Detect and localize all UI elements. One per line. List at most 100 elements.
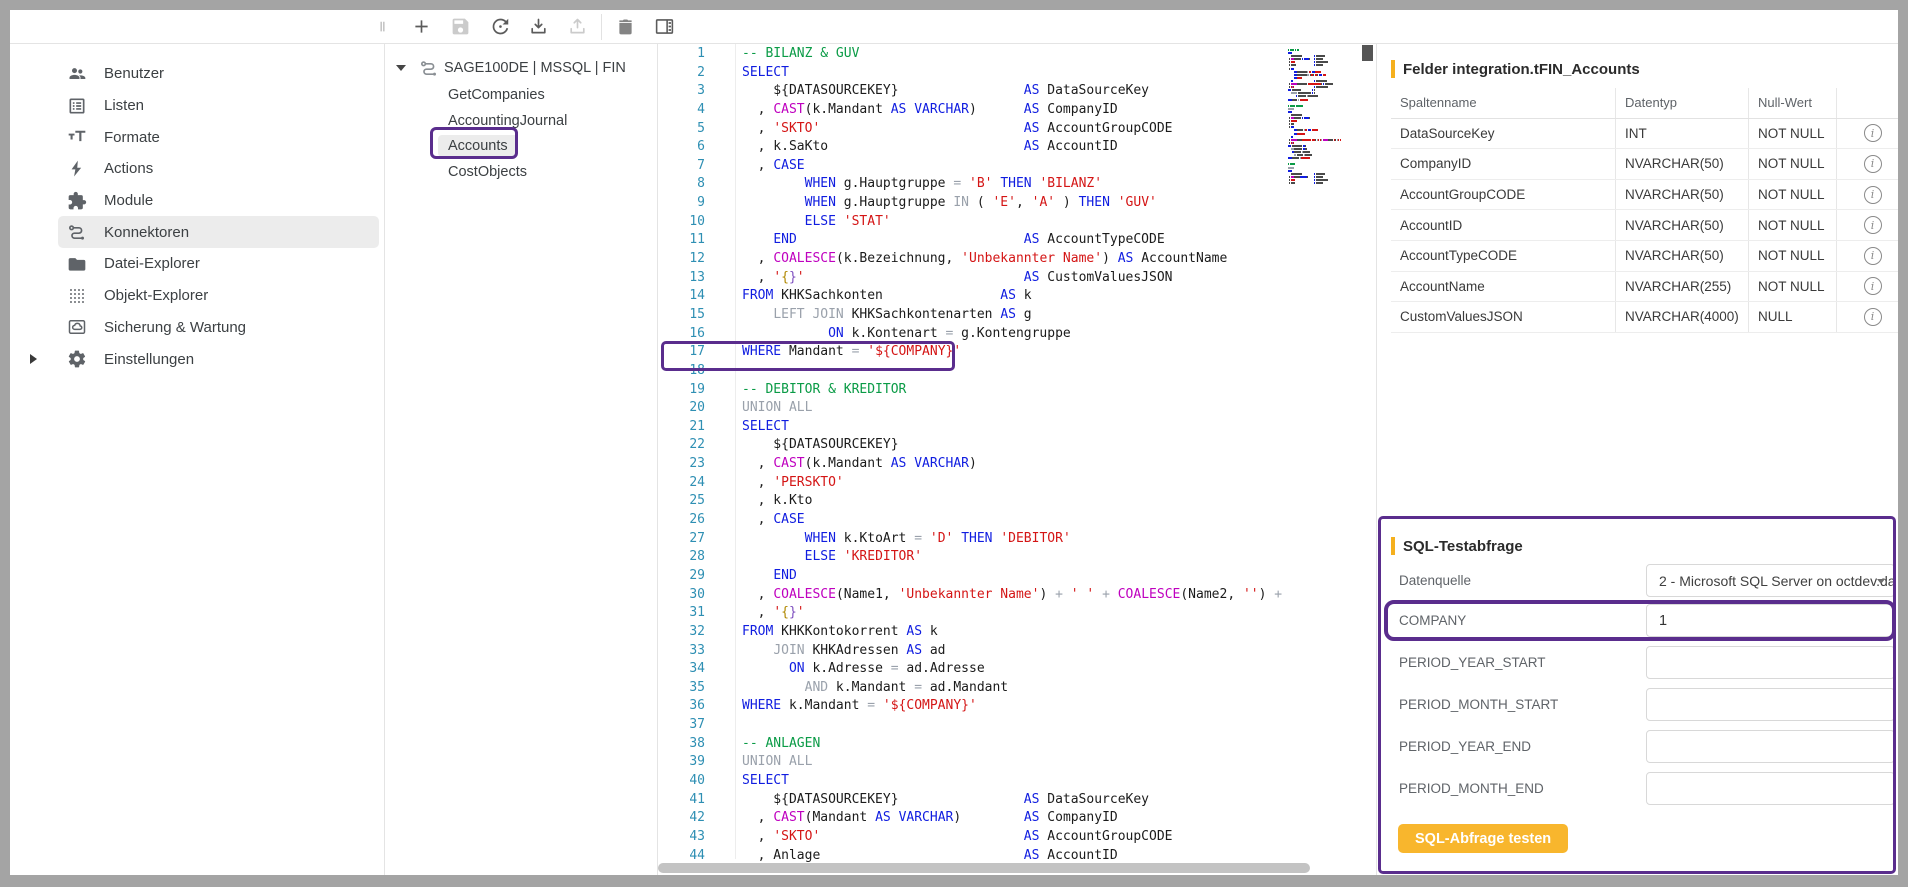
download-icon[interactable] (526, 15, 550, 39)
field-input-period-year-end[interactable] (1646, 730, 1895, 763)
history-icon[interactable] (487, 15, 511, 39)
sidebar-item-module[interactable]: Module (58, 185, 379, 217)
sidebar-item-einstellungen[interactable]: Einstellungen (58, 343, 379, 375)
details-panel: Felder integration.tFIN_Accounts Spalten… (1376, 44, 1897, 875)
vertical-scrollbar-thumb[interactable] (1362, 45, 1373, 61)
sidebar-item-datei-explorer[interactable]: Datei-Explorer (58, 248, 379, 280)
line-number: 41 (658, 791, 705, 810)
code-text: ON k.Kontenart = g.Kontengruppe (742, 325, 1071, 344)
sidebar-item-sicherung-wartung[interactable]: Sicherung & Wartung (58, 312, 379, 344)
code-text: AND k.Mandant = ad.Mandant (742, 679, 1008, 698)
code-text: ELSE 'STAT' (742, 213, 891, 232)
minimap-line (1288, 102, 1346, 104)
delete-icon[interactable] (613, 15, 637, 39)
upload-icon[interactable] (565, 15, 589, 39)
field-input-period-month-end[interactable] (1646, 772, 1895, 805)
code-line: 30 , COALESCE(Name1, 'Unbekannter Name')… (658, 586, 1288, 605)
vertical-scrollbar[interactable] (1362, 44, 1376, 859)
field-input-period-year-start[interactable] (1646, 646, 1895, 679)
tree-item-costobjects[interactable]: CostObjects (385, 159, 657, 185)
line-number: 30 (658, 586, 705, 605)
run-sql-test-button[interactable]: SQL-Abfrage testen (1398, 824, 1568, 853)
sql-code-editor[interactable]: 1-- BILANZ & GUV2SELECT3 ${DATASOURCEKEY… (658, 44, 1376, 875)
chevron-down-icon[interactable] (396, 65, 406, 71)
table-cell: NOT NULL (1749, 241, 1837, 271)
minimap-line (1288, 77, 1346, 79)
minimap-line (1288, 114, 1346, 116)
table-cell-info: i (1837, 302, 1898, 332)
table-cell: AccountTypeCODE (1391, 241, 1616, 271)
code-text: WHEN g.Hauptgruppe IN ( 'E', 'A' ) THEN … (742, 194, 1157, 213)
minimap-line (1288, 52, 1346, 54)
field-control (1646, 730, 1895, 763)
table-cell: DataSourceKey (1391, 119, 1616, 149)
info-icon[interactable]: i (1864, 308, 1882, 326)
line-number: 21 (658, 418, 705, 437)
line-number: 9 (658, 194, 705, 213)
info-icon[interactable]: i (1864, 124, 1882, 142)
table-cell: NVARCHAR(50) (1616, 241, 1749, 271)
code-text: SELECT (742, 64, 789, 83)
line-number: 22 (658, 436, 705, 455)
code-line: 38-- ANLAGEN (658, 735, 1288, 754)
sidebar-item-listen[interactable]: Listen (58, 90, 379, 122)
sidebar-item-konnektoren[interactable]: Konnektoren (58, 216, 379, 248)
sidebar-item-objekt-explorer[interactable]: Objekt-Explorer (58, 280, 379, 312)
line-number: 24 (658, 474, 705, 493)
sidebar-item-label: Konnektoren (104, 224, 189, 241)
info-icon[interactable]: i (1864, 247, 1882, 265)
field-row-company: COMPANY (1377, 604, 1897, 637)
sidebar-item-benutzer[interactable]: Benutzer (58, 58, 379, 90)
folder-icon (67, 254, 87, 274)
line-number: 40 (658, 772, 705, 791)
code-line: 36WHERE k.Mandant = '${COMPANY}' (658, 697, 1288, 716)
code-text: , 'SKTO' AS AccountGroupCODE (742, 120, 1173, 139)
sidebar-item-label: Sicherung & Wartung (104, 319, 246, 336)
sidebar-item-label: Formate (104, 129, 160, 146)
line-number: 8 (658, 175, 705, 194)
info-icon[interactable]: i (1864, 216, 1882, 234)
expand-arrow-icon[interactable] (30, 354, 37, 364)
horizontal-scrollbar[interactable] (658, 861, 1376, 875)
datasource-select[interactable]: 2 - Microsoft SQL Server on octdev.datab… (1646, 564, 1895, 597)
table-row: AccountGroupCODENVARCHAR(50)NOT NULLi (1391, 180, 1898, 211)
horizontal-scrollbar-thumb[interactable] (658, 863, 1310, 873)
code-line: 5 , 'SKTO' AS AccountGroupCODE (658, 120, 1288, 139)
info-icon[interactable]: i (1864, 277, 1882, 295)
minimap-line (1288, 176, 1346, 178)
split-view-icon[interactable] (652, 15, 676, 39)
sidebar-item-formate[interactable]: Formate (58, 121, 379, 153)
tree-item-accountingjournal[interactable]: AccountingJournal (385, 108, 657, 134)
code-line: 32FROM KHKKontokorrent AS k (658, 623, 1288, 642)
accent-bar-icon (1391, 537, 1395, 555)
field-row-period-month-start: PERIOD_MONTH_START (1377, 688, 1897, 721)
code-minimap[interactable] (1288, 49, 1346, 185)
code-line: 37 (658, 716, 1288, 735)
drag-handle-icon[interactable] (370, 15, 394, 39)
minimap-line (1288, 167, 1346, 169)
code-line: 26 , CASE (658, 511, 1288, 530)
code-text: WHEN g.Hauptgruppe = 'B' THEN 'BILANZ' (742, 175, 1102, 194)
tree-item-accounts[interactable]: Accounts (385, 134, 657, 160)
minimap-line (1288, 173, 1346, 175)
code-text: , '{}' (742, 604, 805, 623)
code-text: , k.SaKto AS AccountID (742, 138, 1118, 157)
toolbar-divider (601, 14, 602, 40)
tree-item-connection-root[interactable]: SAGE100DE | MSSQL | FIN (385, 54, 657, 82)
code-text: END (742, 567, 797, 586)
line-number: 16 (658, 325, 705, 344)
info-icon[interactable]: i (1864, 155, 1882, 173)
tree-item-getcompanies[interactable]: GetCompanies (385, 82, 657, 108)
info-icon[interactable]: i (1864, 186, 1882, 204)
add-icon[interactable] (409, 15, 433, 39)
code-text: , CAST(Mandant AS VARCHAR) AS CompanyID (742, 809, 1118, 828)
field-input-period-month-start[interactable] (1646, 688, 1895, 721)
table-cell: NOT NULL (1749, 272, 1837, 302)
field-input-company[interactable] (1646, 604, 1895, 637)
save-icon[interactable] (448, 15, 472, 39)
sidebar-item-actions[interactable]: Actions (58, 153, 379, 185)
line-number: 11 (658, 231, 705, 250)
field-label: PERIOD_MONTH_START (1399, 688, 1558, 721)
line-number: 5 (658, 120, 705, 139)
code-area[interactable]: 1-- BILANZ & GUV2SELECT3 ${DATASOURCEKEY… (658, 45, 1288, 865)
